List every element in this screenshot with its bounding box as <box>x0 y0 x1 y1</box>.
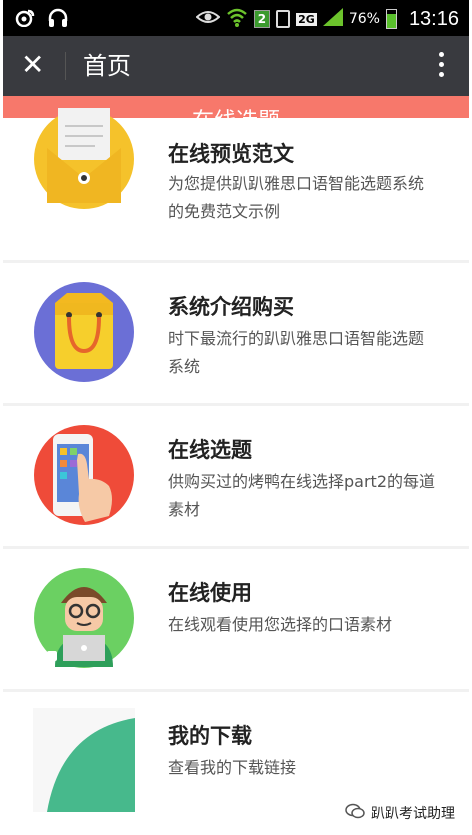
wechat-icon <box>345 803 365 823</box>
item-title: 在线使用 <box>168 581 252 605</box>
watermark: 趴趴考试助理 <box>345 803 455 823</box>
title-bar: ✕ 首页 <box>3 36 469 96</box>
sim-slot-badge: 2 <box>253 10 271 28</box>
battery-fill <box>386 14 396 28</box>
item-desc: 时下最流行的趴趴雅思口语智能选题系统 <box>168 329 425 376</box>
item-desc: 查看我的下载链接 <box>168 758 297 777</box>
item-title: 系统介绍购买 <box>168 295 294 319</box>
headphones-icon <box>47 8 69 32</box>
status-left <box>15 8 69 32</box>
item-desc: 在线观看使用您选择的口语素材 <box>168 615 393 634</box>
network-type: 2G <box>296 12 317 26</box>
battery-percent: 76% <box>348 11 380 27</box>
item-desc: 供购买过的烤鸭在线选择part2的每道素材 <box>168 472 435 519</box>
more-vertical-icon[interactable] <box>439 52 445 77</box>
item-desc: 为您提供趴趴雅思口语智能选题系统的免费范文示例 <box>168 174 425 221</box>
list-item-select[interactable]: 在线选题 供购买过的烤鸭在线选择part2的每道素材 <box>3 406 469 546</box>
eye-icon <box>195 9 221 29</box>
battery-icon <box>385 9 397 29</box>
clock: 13:16 <box>408 7 459 30</box>
item-title: 我的下载 <box>168 724 252 748</box>
page-title: 首页 <box>83 52 131 80</box>
close-icon[interactable]: ✕ <box>21 50 44 80</box>
status-right: 2 2G 76% 13:16 <box>195 6 459 32</box>
sim-icon <box>276 10 291 28</box>
title-divider <box>65 52 66 80</box>
list-item-preview[interactable]: 在线预览范文 为您提供趴趴雅思口语智能选题系统的免费范文示例 <box>3 108 469 260</box>
app-frame: 2 2G 76% 13:16 ✕ 首页 在线选题 <box>3 0 469 835</box>
watermark-text: 趴趴考试助理 <box>371 806 455 822</box>
wifi-icon <box>226 6 248 32</box>
list-item-use[interactable]: 在线使用 在线观看使用您选择的口语素材 <box>3 549 469 689</box>
item-title: 在线选题 <box>168 438 252 462</box>
list-item-intro[interactable]: 系统介绍购买 时下最流行的趴趴雅思口语智能选题系统 <box>3 263 469 403</box>
download-icon <box>33 708 135 812</box>
person-laptop-icon <box>33 567 135 669</box>
status-bar: 2 2G 76% 13:16 <box>3 0 469 36</box>
shopping-bag-icon <box>33 281 135 383</box>
signal-icon <box>322 8 343 30</box>
item-title: 在线预览范文 <box>168 142 294 166</box>
weibo-icon <box>15 9 35 31</box>
envelope-icon <box>33 108 135 210</box>
phone-hand-icon <box>33 424 135 526</box>
